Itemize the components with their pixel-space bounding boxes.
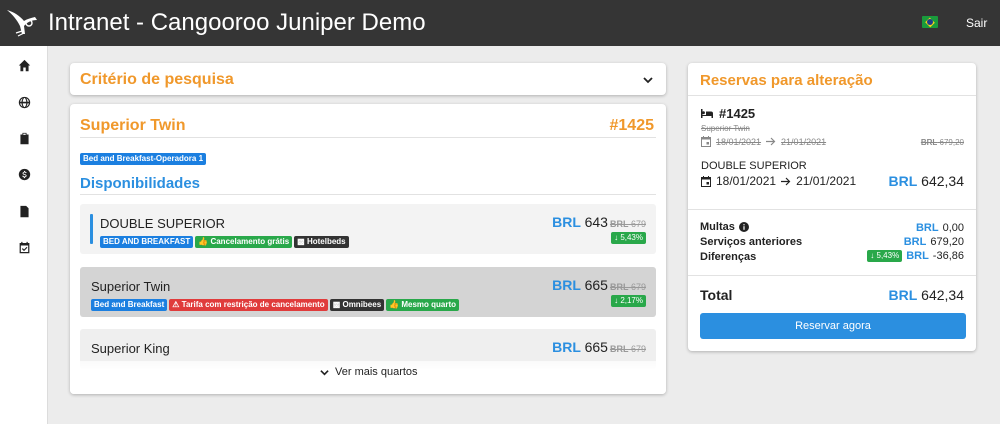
- globe-icon[interactable]: [16, 94, 32, 110]
- total-label: Total: [700, 287, 733, 303]
- new-price: BRL 642,34: [888, 173, 965, 189]
- more-rooms-bar: Ver mais quartos: [70, 361, 666, 394]
- divider: [688, 209, 976, 210]
- reservation-code: #1425: [700, 106, 755, 121]
- total-value: BRL 642,34: [888, 287, 965, 303]
- meal-plan-badge: Bed and Breakfast: [91, 299, 168, 311]
- divider: [688, 95, 976, 96]
- discount-badge: ↓ 5,43%: [867, 250, 903, 262]
- top-bar: Intranet - Cangooroo Juniper Demo Sair: [0, 0, 1000, 46]
- supplier-badge: ▩ Hotelbeds: [294, 236, 349, 248]
- search-criteria-panel[interactable]: Critério de pesquisa: [70, 63, 666, 95]
- sidebar: [0, 46, 48, 424]
- original-dates: 18/01/2021 21/01/2021: [701, 136, 826, 147]
- availability-title: Disponibilidades: [80, 175, 201, 192]
- divider: [80, 137, 656, 138]
- home-icon[interactable]: [16, 57, 32, 73]
- arrow-right-icon: [781, 177, 791, 185]
- room-title: Superior Twin: [80, 117, 186, 134]
- room-option-name: Superior King: [91, 341, 170, 356]
- dollar-icon[interactable]: [16, 166, 32, 182]
- info-icon: [738, 222, 749, 232]
- original-price: BRL 679,20: [920, 138, 964, 147]
- room-option-price: BRL 643 BRL 679: [552, 214, 646, 230]
- cancellation-badge: 👍 Cancelamento grátis: [195, 236, 293, 248]
- differences-label: Diferenças: [700, 251, 757, 263]
- supplier-badge: ▩ Omnibees: [329, 299, 385, 311]
- calendar-check-icon[interactable]: [16, 239, 32, 255]
- previous-services-label: Serviços anteriores: [700, 236, 803, 248]
- reservation-change-panel: Reservas para alteração #1425 Superior T…: [688, 63, 976, 351]
- book-now-button[interactable]: Reservar agora: [700, 313, 966, 339]
- previous-services-value: BRL 679,20: [903, 236, 964, 248]
- new-room-name: DOUBLE SUPERIOR: [701, 160, 807, 172]
- divider: [80, 194, 656, 195]
- room-option-price: BRL 665 BRL 679: [552, 339, 646, 355]
- see-more-rooms-link[interactable]: Ver mais quartos: [320, 366, 418, 378]
- brazil-flag-icon[interactable]: [922, 16, 938, 28]
- calendar-icon: [701, 175, 711, 187]
- discount-badge: ↓ 5,43%: [611, 232, 646, 244]
- divider: [688, 275, 976, 276]
- room-option-name: DOUBLE SUPERIOR: [100, 216, 225, 231]
- meal-plan-badge: Bed and Breakfast-Operadora 1: [80, 153, 207, 165]
- original-room-name: Superior Twin: [701, 124, 750, 133]
- logout-link[interactable]: Sair: [966, 16, 987, 30]
- chevron-down-icon[interactable]: [642, 73, 654, 85]
- room-option-name: Superior Twin: [91, 279, 171, 294]
- kangaroo-logo-icon[interactable]: [4, 6, 40, 40]
- criteria-title: Critério de pesquisa: [80, 71, 234, 88]
- same-room-badge: 👍 Mesmo quarto: [386, 299, 460, 311]
- differences-value: ↓ 5,43% BRL -36,86: [867, 250, 964, 262]
- meal-plan-badge: BED AND BREAKFAST: [100, 236, 194, 248]
- fines-value: BRL 0,00: [915, 222, 964, 234]
- room-option-superior-twin[interactable]: Superior Twin Bed and Breakfast ⚠ Tarifa …: [80, 267, 656, 317]
- arrow-right-icon: [766, 137, 776, 146]
- cancellation-badge: ⚠ Tarifa com restrição de cancelamento: [169, 299, 328, 311]
- bed-icon: [701, 109, 713, 118]
- room-availability-panel: Superior Twin #1425 Bed and Breakfast-Op…: [70, 104, 666, 394]
- calendar-icon: [701, 136, 711, 147]
- clipboard-icon[interactable]: [16, 130, 32, 146]
- room-option-price: BRL 665 BRL 679: [552, 277, 646, 293]
- reservation-code: #1425: [609, 117, 655, 134]
- app-title: Intranet - Cangooroo Juniper Demo: [48, 9, 426, 36]
- chevron-down-icon: [320, 369, 329, 375]
- reservation-panel-title: Reservas para alteração: [700, 72, 873, 89]
- discount-badge: ↓ 2,17%: [611, 295, 646, 307]
- document-icon[interactable]: [16, 203, 32, 219]
- room-option-double-superior[interactable]: DOUBLE SUPERIOR BED AND BREAKFAST 👍 Cance…: [80, 204, 656, 254]
- selected-indicator: [90, 214, 93, 244]
- new-dates: 18/01/2021 21/01/2021: [701, 174, 856, 188]
- fines-label: Multas: [700, 221, 749, 233]
